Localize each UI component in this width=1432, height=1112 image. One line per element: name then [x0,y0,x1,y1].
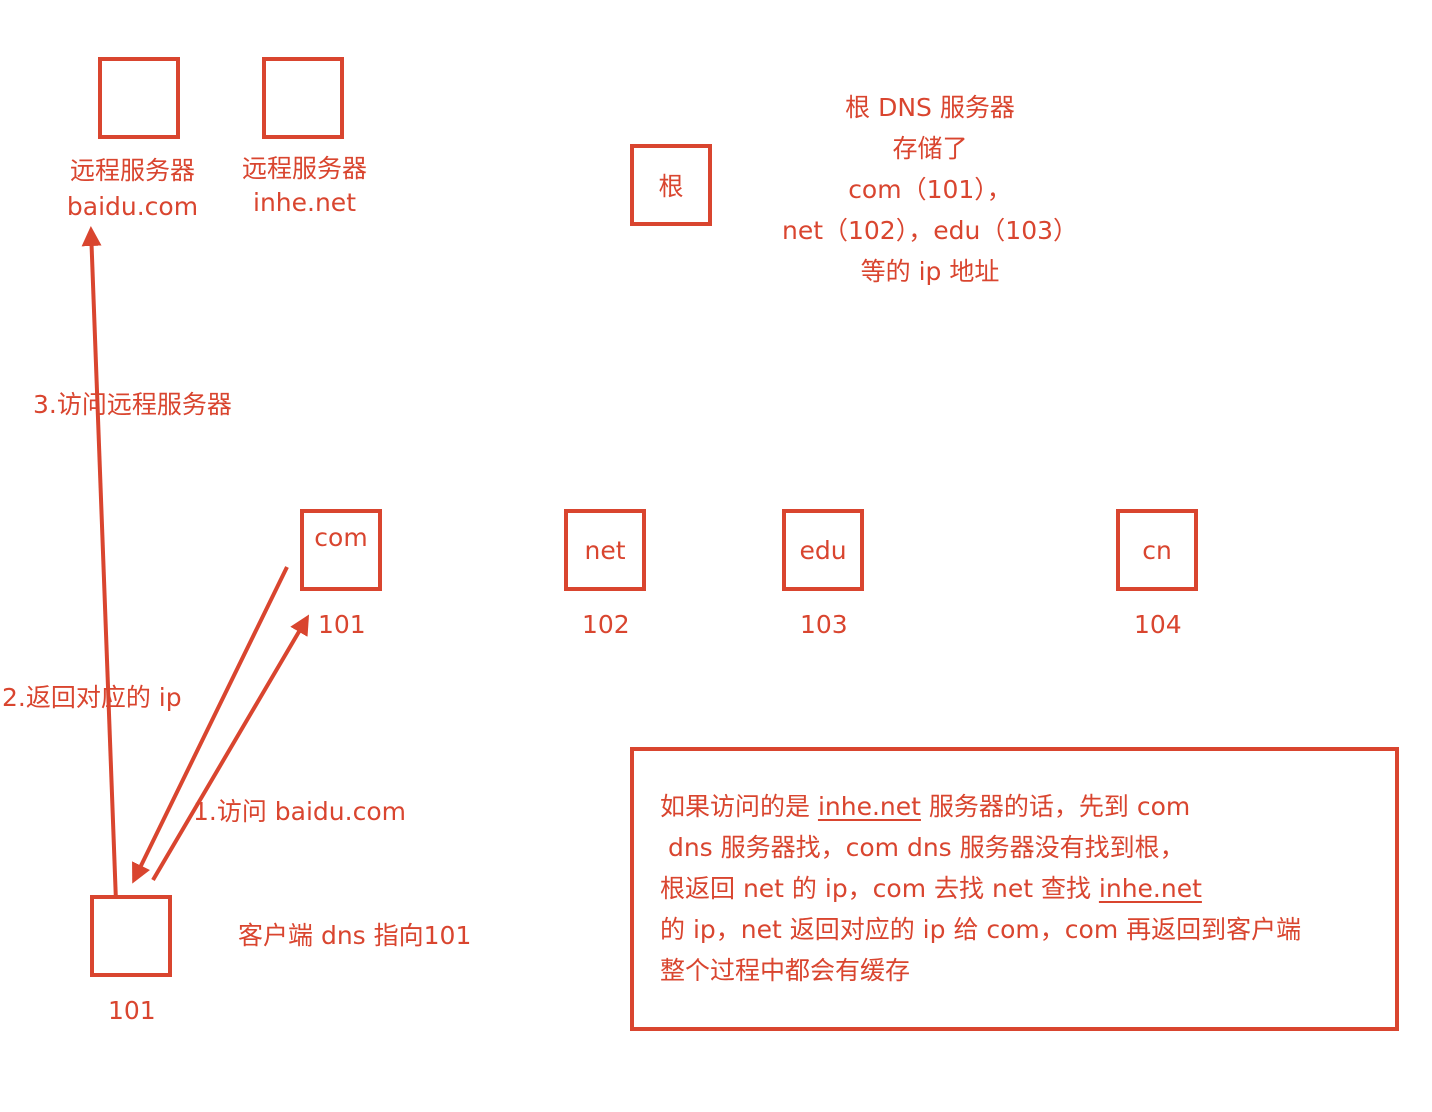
tld-cn-ip: 104 [1134,610,1182,639]
step3-label: 3.访问远程服务器 [33,390,232,419]
tld-com-label: com [314,523,368,552]
arrow-step2 [132,566,289,884]
remote-server-baidu-label: 远程服务器 baidu.com [50,156,215,222]
note-line-3: 根返回 net 的 ip，com 去找 net 查找 inhe.net [660,868,1301,909]
note-line-2: dns 服务器找，com dns 服务器没有找到根， [660,833,1185,862]
tld-net-ip: 102 [582,610,630,639]
arrow-step3 [81,226,118,903]
note-line3-a: 根返回 net 的 ip，com 去找 net 查找 [660,874,1099,903]
tld-com-box: com [300,509,382,591]
root-dns-box: 根 [630,144,712,226]
client-box [90,895,172,977]
note-line1-b: 服务器的话，先到 com [920,792,1191,821]
tld-edu-ip: 103 [800,610,848,639]
dns-diagram: 远程服务器 baidu.com 远程服务器 inhe.net 根 根 DNS 服… [0,0,1432,1112]
tld-net-box: net [564,509,646,591]
note-line1-link: inhe.net [817,792,921,821]
step2-label: 2.返回对应的 ip [2,683,182,712]
tld-com-ip: 101 [318,610,366,639]
note-line3-link: inhe.net [1098,874,1202,903]
remote-server-baidu-name: 远程服务器 [69,156,195,185]
step1-label: 1.访问 baidu.com [193,797,406,826]
tld-edu-label: edu [799,535,847,565]
root-dns-description: 根 DNS 服务器 存储了 com（101）， net（102），edu（103… [730,87,1130,292]
remote-server-inhe-host: inhe.net [253,188,356,217]
note-line1-a: 如果访问的是 [660,792,818,821]
explanation-text: 如果访问的是 inhe.net 服务器的话，先到 com dns 服务器找，co… [660,786,1301,991]
tld-net-label: net [584,535,626,565]
remote-server-baidu-host: baidu.com [66,192,199,221]
note-line-4: 的 ip，net 返回对应的 ip 给 com，com 再返回到客户端 [660,915,1302,944]
note-line-5: 整个过程中都会有缓存 [660,956,911,985]
note-line-1: 如果访问的是 inhe.net 服务器的话，先到 com [660,786,1301,827]
remote-server-inhe-label: 远程服务器 inhe.net [222,154,387,218]
root-desc-line: 等的 ip 地址 [860,257,1000,286]
root-desc-line: 根 DNS 服务器 [845,93,1015,122]
root-dns-label: 根 [658,172,684,201]
tld-edu-box: edu [782,509,864,591]
remote-server-inhe-name: 远程服务器 [241,154,367,183]
remote-server-inhe-box [262,57,344,139]
arrow-step1 [151,614,310,882]
tld-cn-box: cn [1116,509,1198,591]
root-desc-line: com（101）， [848,175,1012,204]
client-ip: 101 [108,996,156,1025]
client-dns-note: 客户端 dns 指向101 [238,921,472,950]
tld-cn-label: cn [1142,535,1172,565]
remote-server-baidu-box [98,57,180,139]
root-desc-line: net（102），edu（103） [781,216,1079,245]
root-desc-line: 存储了 [892,134,968,163]
